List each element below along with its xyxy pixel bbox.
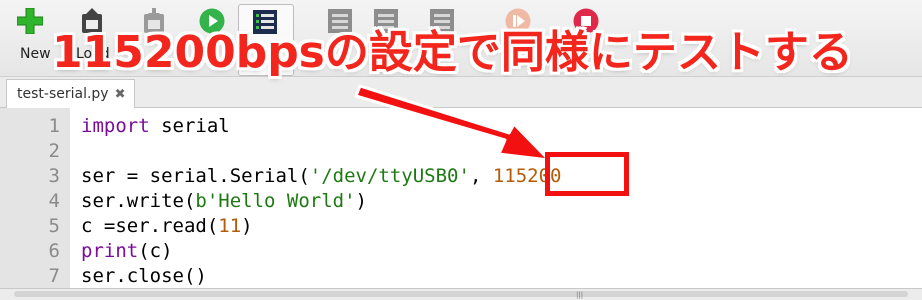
code-line[interactable]: print(c)	[81, 239, 173, 264]
new-button[interactable]: New	[6, 6, 52, 68]
line-number: 5	[48, 215, 60, 237]
tab-test-serial[interactable]: test-serial.py ✖	[6, 79, 135, 108]
line-number: 7	[48, 265, 60, 287]
line-number: 6	[48, 240, 60, 262]
code-token: c =ser.read(	[81, 215, 219, 237]
plus-icon	[17, 8, 43, 34]
tab-filename: test-serial.py	[17, 86, 109, 102]
code-token: 11	[218, 215, 242, 237]
annotation-banner: 115200bpsの設定で同様にテストする	[52, 27, 853, 78]
code-line[interactable]: ser.write(b'Hello World')	[81, 189, 367, 214]
horizontal-scrollbar[interactable]: |||	[0, 288, 922, 300]
line-number: 3	[48, 165, 60, 187]
code-token: b'Hello World'	[195, 190, 356, 212]
scrollbar-grip-icon: |||	[576, 291, 584, 299]
code-line[interactable]: import serial	[81, 114, 230, 139]
code-token: ser.close()	[81, 265, 207, 287]
tab-bar: test-serial.py ✖	[0, 77, 922, 108]
code-token: print	[81, 240, 139, 262]
code-line[interactable]: ser = serial.Serial('/dev/ttyUSB0', 1152…	[81, 164, 561, 189]
code-token: ,	[469, 165, 493, 187]
code-token: '/dev/ttyUSB0'	[309, 165, 470, 187]
code-token: )	[355, 190, 367, 212]
code-token: ser.write(	[81, 190, 196, 212]
highlight-box	[545, 152, 629, 196]
code-token: )	[241, 215, 253, 237]
line-number: 1	[48, 115, 60, 137]
code-line[interactable]: ser.close()	[81, 264, 207, 289]
code-editor[interactable]: 1 2 3 4 5 6 7 import serial ser = serial.Serial…	[0, 108, 922, 288]
line-number-gutter: 1 2 3 4 5 6 7	[0, 108, 70, 288]
code-token: serial	[149, 115, 230, 137]
scrollbar-thumb[interactable]	[14, 291, 908, 297]
code-token: (c)	[138, 240, 173, 262]
line-number: 2	[48, 140, 60, 162]
line-number: 4	[48, 190, 60, 212]
code-token: import	[81, 115, 150, 137]
code-token: ser = serial.Serial(	[81, 165, 310, 187]
code-line[interactable]: c =ser.read(11)	[81, 214, 253, 239]
close-icon[interactable]: ✖	[115, 87, 126, 102]
